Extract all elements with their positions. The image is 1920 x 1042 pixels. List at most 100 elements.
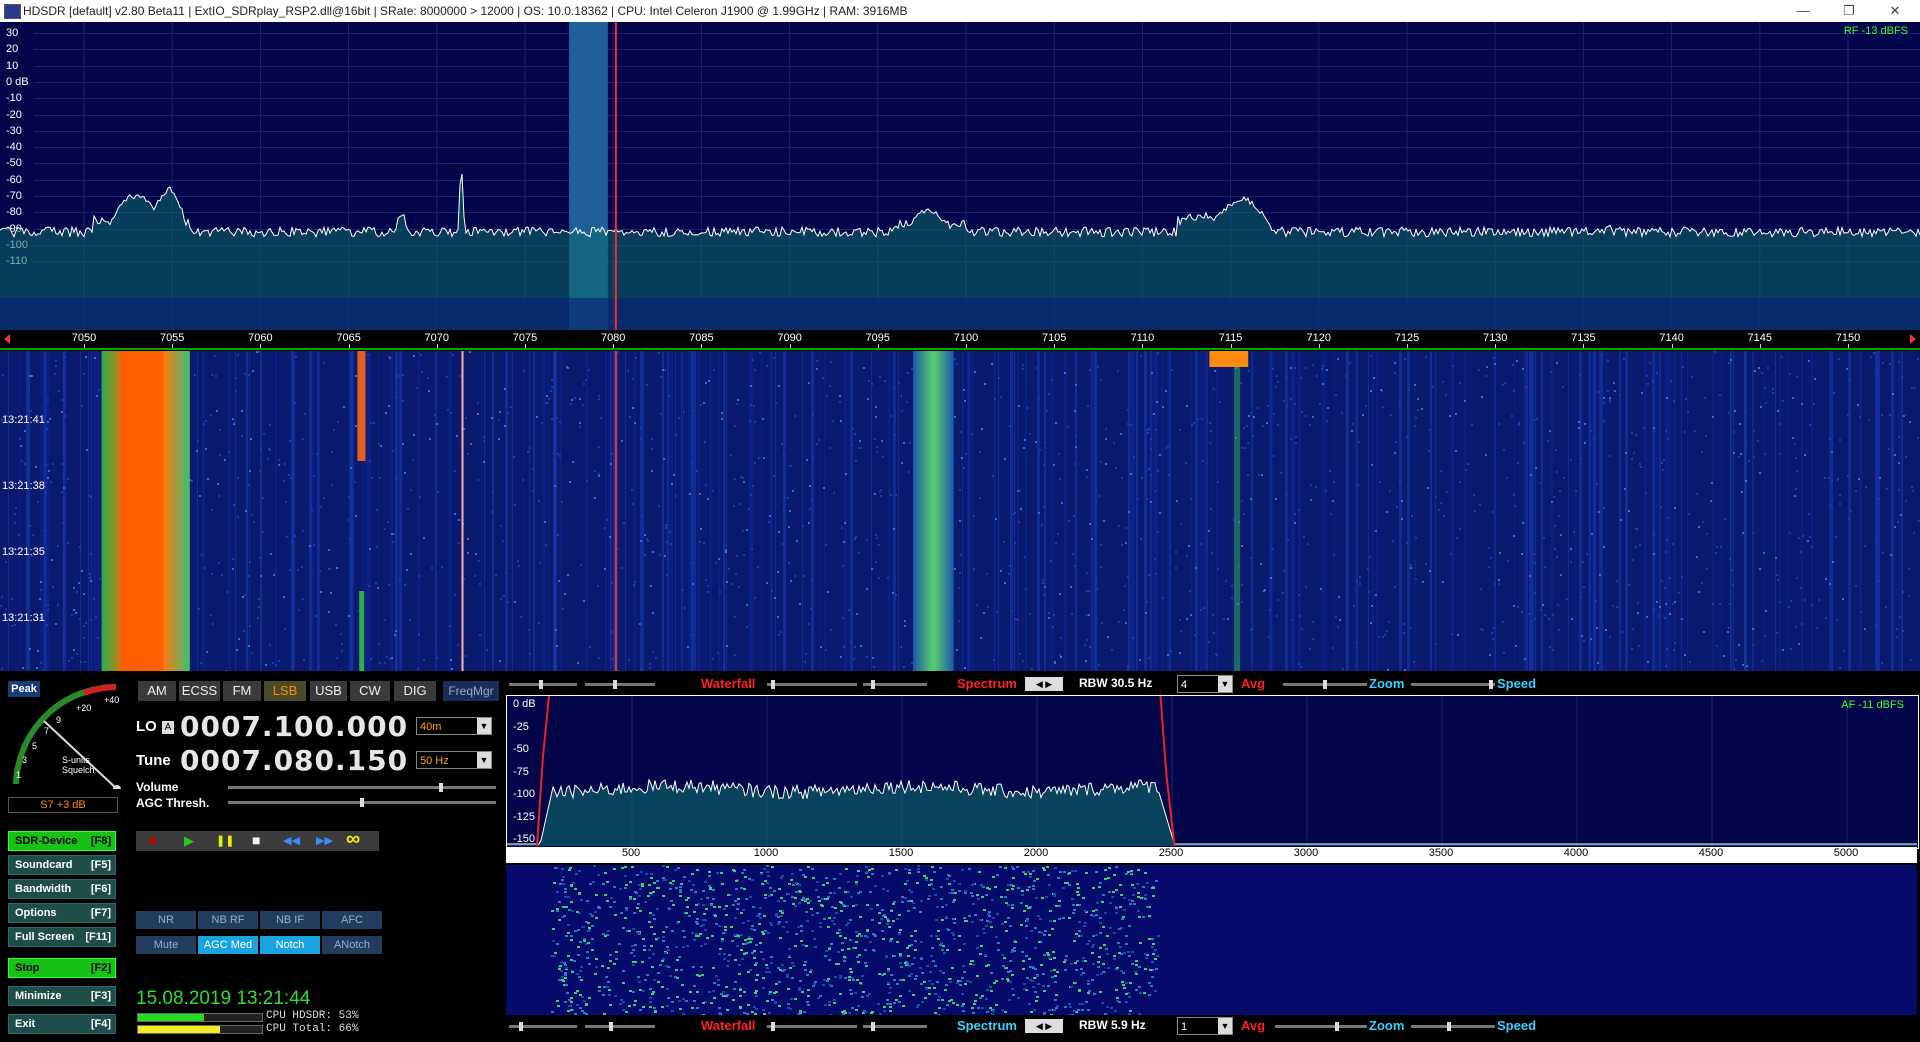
filter-button-nr[interactable]: NR [136, 911, 196, 929]
waterfall-noise [1272, 368, 1274, 370]
af-frequency-scale[interactable]: 5001000150020002500300035004000450050005… [506, 847, 1917, 863]
af-waterfall-noise [748, 878, 751, 880]
waterfall-noise [1309, 648, 1311, 650]
side-button-label: Minimize [15, 990, 62, 1002]
scroll-right-icon[interactable] [1910, 334, 1916, 344]
af-spectrum-contrast-slider[interactable] [767, 1022, 857, 1031]
rewind-icon[interactable]: ◀◀ [283, 834, 300, 847]
af-waterfall-noise [666, 988, 669, 990]
rbw-stepper[interactable]: ◀ ▶ [1025, 677, 1063, 691]
af-avg-select[interactable]: 1 ▼ [1177, 1017, 1233, 1035]
scroll-left-icon[interactable] [4, 334, 10, 344]
pause-icon[interactable]: ❚❚ [216, 834, 234, 847]
af-waterfall-contrast-slider[interactable] [509, 1022, 577, 1031]
rf-frequency-scale[interactable]: 7050 7055 7060 7065 7070 7075 7080 7085 7090 7095… [0, 330, 1920, 350]
avg-select[interactable]: 4 ▼ [1177, 675, 1233, 693]
agc-thresh-slider-knob[interactable] [360, 798, 364, 807]
rf-spectrum[interactable]: 3020100 dB-10-20-30-40-50-60-70-80-90-10… [0, 22, 1920, 330]
speed-slider[interactable] [1411, 680, 1495, 689]
close-window-button[interactable]: ✕ [1872, 0, 1918, 22]
waterfall-streak [1435, 351, 1436, 671]
waterfall-noise [1667, 438, 1669, 440]
af-waterfall-noise [956, 1004, 959, 1006]
af-waterfall-noise [682, 1013, 685, 1015]
waterfall-contrast-slider[interactable] [509, 680, 577, 689]
af-waterfall-noise [639, 989, 642, 991]
af-waterfall-noise [1138, 1013, 1141, 1015]
side-button-stop[interactable]: Stop [F2] [8, 958, 116, 978]
waterfall-noise [1516, 360, 1518, 362]
side-button-minimize[interactable]: Minimize [F3] [8, 986, 116, 1006]
rf-spectrum-plot[interactable] [0, 22, 1920, 330]
waterfall-noise [1619, 394, 1621, 396]
af-waterfall-noise [794, 945, 797, 947]
filter-button-nb-rf[interactable]: NB RF [198, 911, 258, 929]
filter-button-anotch[interactable]: ANotch [322, 936, 382, 954]
waterfall-noise [1825, 578, 1827, 580]
mode-button-cw[interactable]: CW [350, 681, 390, 701]
af-waterfall-noise [645, 873, 648, 875]
record-icon[interactable]: ● [148, 832, 157, 849]
af-rbw-stepper[interactable]: ◀ ▶ [1025, 1019, 1063, 1033]
play-icon[interactable]: ▶ [184, 833, 194, 849]
step-select[interactable]: 50 Hz ▼ [416, 751, 492, 769]
af-waterfall[interactable] [506, 865, 1917, 1015]
restore-window-button[interactable]: ❐ [1826, 0, 1872, 22]
tune-frequency[interactable]: 0007.080.150 [180, 744, 408, 777]
minimize-window-button[interactable]: — [1780, 0, 1826, 22]
fast-forward-icon[interactable]: ▶▶ [316, 834, 333, 847]
filter-button-mute[interactable]: Mute [136, 936, 196, 954]
af-zoom-slider[interactable] [1275, 1022, 1367, 1031]
af-waterfall-noise [1085, 872, 1088, 874]
loop-icon[interactable]: ∞ [346, 828, 360, 851]
spectrum-brightness-slider[interactable] [863, 680, 927, 689]
filter-button-notch[interactable]: Notch [260, 936, 320, 954]
side-button-bandwidth[interactable]: Bandwidth [F6] [8, 879, 116, 899]
mode-button-am[interactable]: AM [138, 681, 176, 701]
af-waterfall-noise [844, 937, 847, 939]
side-button-sdr-device[interactable]: SDR-Device [F8] [8, 831, 116, 851]
side-button-exit[interactable]: Exit [F4] [8, 1014, 116, 1034]
waterfall-noise [1243, 513, 1245, 515]
af-spectrum[interactable]: 0 dB -25 -50 -75 -100 -125 -150 AF -11 dBFS [506, 695, 1919, 849]
side-button-full-screen[interactable]: Full Screen [F11] [8, 927, 116, 947]
mode-button-dig[interactable]: DIG [394, 681, 436, 701]
side-button-options[interactable]: Options [F7] [8, 903, 116, 923]
stop-icon[interactable]: ■ [252, 832, 260, 848]
af-waterfall-noise [901, 896, 904, 898]
band-select[interactable]: 40m ▼ [416, 717, 492, 735]
waterfall-noise [1086, 476, 1088, 478]
agc-thresh-slider[interactable] [228, 798, 496, 807]
spectrum-contrast-slider[interactable] [767, 680, 857, 689]
filter-button-nb-if[interactable]: NB IF [260, 911, 320, 929]
waterfall-streak [1659, 351, 1661, 671]
mode-button-fm[interactable]: FM [223, 681, 261, 701]
filter-button-agc-med[interactable]: AGC Med [198, 936, 258, 954]
lo-frequency[interactable]: 0007.100.000 [180, 710, 408, 743]
mode-button-ecss[interactable]: ECSS [179, 681, 220, 701]
waterfall-noise [748, 508, 750, 510]
rf-waterfall[interactable]: 13:21:41 13:21:38 13:21:35 13:21:31 [0, 351, 1920, 671]
waterfall-brightness-slider[interactable] [585, 680, 655, 689]
lo-lock-badge[interactable]: A [162, 721, 174, 734]
af-waterfall-noise [929, 971, 932, 973]
waterfall-noise [733, 505, 735, 507]
af-waterfall-noise [686, 945, 689, 947]
af-speed-slider[interactable] [1411, 1022, 1495, 1031]
af-waterfall-noise [1107, 877, 1110, 879]
filter-button-afc[interactable]: AFC [322, 911, 382, 929]
zoom-slider[interactable] [1283, 680, 1367, 689]
af-spectrum-plot[interactable] [507, 696, 1918, 848]
side-button-soundcard[interactable]: Soundcard [F5] [8, 855, 116, 875]
af-spectrum-brightness-slider[interactable] [863, 1022, 927, 1031]
volume-slider-knob[interactable] [439, 783, 444, 792]
mode-button-usb[interactable]: USB [310, 681, 347, 701]
mode-button-lsb[interactable]: LSB [264, 681, 306, 701]
af-waterfall-noise [1091, 946, 1094, 948]
af-waterfall-brightness-slider[interactable] [585, 1022, 655, 1031]
af-waterfall-noise [659, 964, 662, 966]
freqmgr-button[interactable]: FreqMgr [443, 681, 499, 701]
waterfall-noise [1714, 351, 1716, 353]
waterfall-noise [1075, 384, 1077, 386]
volume-slider[interactable] [228, 783, 496, 792]
